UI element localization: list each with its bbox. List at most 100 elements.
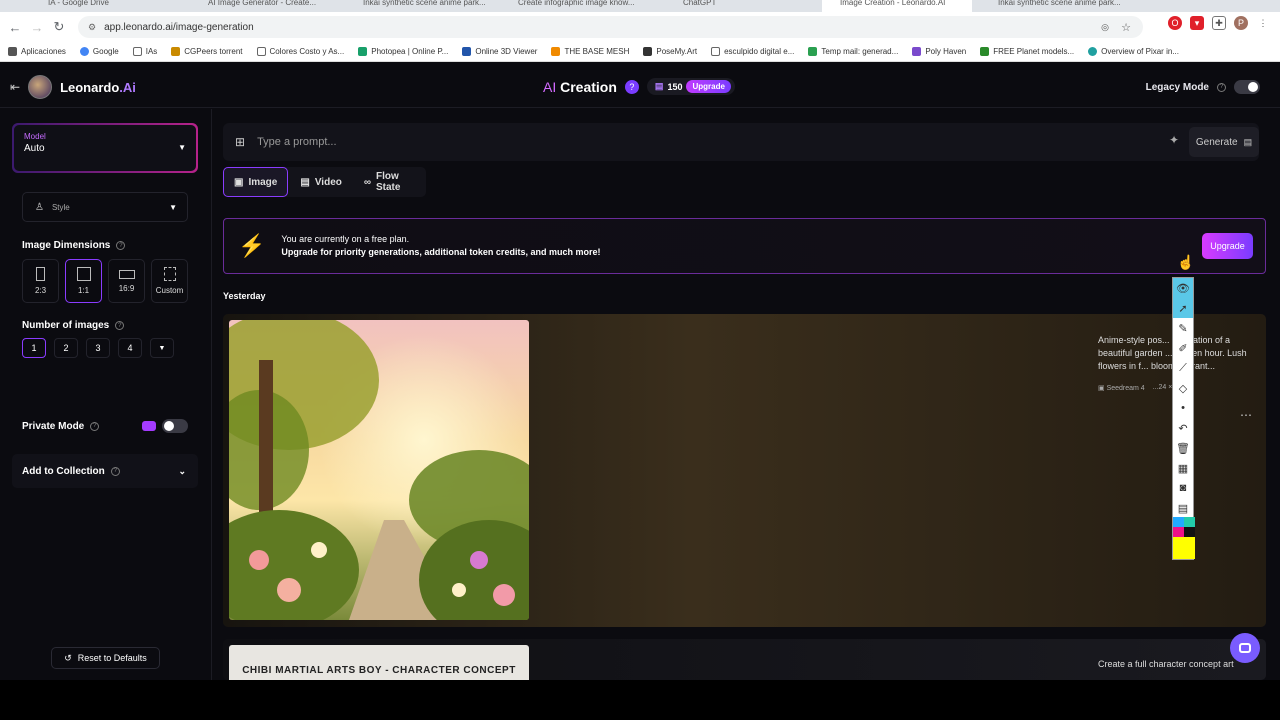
model-select[interactable]: Model Auto ▼ bbox=[12, 123, 198, 173]
dimension-1-1-button[interactable]: 1:1 bbox=[65, 259, 102, 303]
bookmark-item[interactable]: Poly Haven bbox=[912, 47, 966, 56]
bookmark-item[interactable]: PoseMy.Art bbox=[643, 47, 697, 56]
more-options-icon[interactable]: ⋯ bbox=[1240, 408, 1252, 422]
count-3-button[interactable]: 3 bbox=[86, 338, 110, 358]
generation-card[interactable]: CHIBI MARTIAL ARTS BOY - CHARACTER CONCE… bbox=[223, 639, 1266, 680]
browser-tab[interactable]: Inkai synthetic scene anime park... bbox=[345, 0, 495, 12]
folder-icon bbox=[711, 47, 721, 56]
generated-image-garden[interactable] bbox=[229, 320, 529, 620]
browser-tab[interactable]: ChatGPT bbox=[665, 0, 815, 12]
opera-extension-icon[interactable]: O bbox=[1168, 16, 1182, 30]
profile-avatar[interactable]: P bbox=[1234, 16, 1248, 30]
style-select[interactable]: ♙ Style ▼ bbox=[22, 192, 188, 222]
landscape-icon bbox=[118, 269, 135, 279]
reset-to-defaults-button[interactable]: ↺ Reset to Defaults bbox=[51, 647, 160, 669]
reload-icon[interactable]: ↻ bbox=[48, 16, 70, 38]
count-more-dropdown[interactable]: ▼ bbox=[150, 338, 174, 358]
back-icon[interactable]: ← bbox=[4, 16, 26, 38]
camera-icon[interactable]: ◙ bbox=[1173, 478, 1193, 498]
eye-icon[interactable]: 👁 bbox=[1173, 278, 1193, 298]
bookmark-item[interactable]: Aplicaciones bbox=[8, 47, 66, 56]
tab-video[interactable]: ▤ Video bbox=[290, 167, 352, 197]
bookmark-item[interactable]: FREE Planet models... bbox=[980, 47, 1074, 56]
folder-icon bbox=[132, 47, 142, 56]
tab-image-label: Image bbox=[248, 176, 278, 188]
chat-support-button[interactable] bbox=[1230, 633, 1260, 663]
bookmark-item[interactable]: Overview of Pixar in... bbox=[1088, 47, 1179, 56]
bookmark-item[interactable]: Temp mail: generad... bbox=[808, 47, 898, 56]
3d-viewer-icon bbox=[462, 47, 472, 56]
eraser-icon[interactable]: ◇ bbox=[1173, 378, 1193, 398]
add-to-collection-dropdown[interactable]: Add to Collection ? ⌄ bbox=[12, 454, 198, 488]
count-4-button[interactable]: 4 bbox=[118, 338, 142, 358]
prompt-placeholder: Type a prompt... bbox=[257, 136, 337, 148]
collapse-sidebar-icon[interactable]: ⇤ bbox=[10, 80, 20, 94]
marker-icon[interactable]: ✐ bbox=[1173, 338, 1193, 358]
bookmark-item[interactable]: Colores Costo y As... bbox=[256, 47, 344, 56]
brand-text: Leonardo bbox=[60, 79, 120, 95]
brand-name: Leonardo.Ai bbox=[60, 80, 136, 95]
generated-image-character-concept[interactable]: CHIBI MARTIAL ARTS BOY - CHARACTER CONCE… bbox=[229, 645, 529, 680]
token-balance[interactable]: ▤ 150 Upgrade bbox=[646, 78, 735, 95]
trash-icon[interactable]: 🗑 bbox=[1173, 438, 1193, 458]
extensions-puzzle-icon[interactable]: ✚ bbox=[1212, 16, 1226, 30]
line-icon[interactable]: ⟋ bbox=[1173, 358, 1193, 378]
tab-flow-state[interactable]: ∞ Flow State bbox=[354, 167, 426, 197]
browser-tab[interactable]: AI Image Generator - Create... bbox=[190, 0, 340, 12]
prompt-enhance-icon[interactable]: ✦ bbox=[1169, 133, 1179, 147]
info-icon[interactable]: ? bbox=[116, 241, 126, 250]
bookmarks-bar: Aplicaciones Google IAs CGPeers torrent … bbox=[0, 42, 1280, 62]
title-text: Creation bbox=[560, 78, 617, 95]
menu-kebab-icon[interactable]: ⋮ bbox=[1256, 16, 1270, 30]
browser-tab-active[interactable]: Image Creation - Leonardo.AI bbox=[822, 0, 972, 12]
image-upload-icon[interactable]: ⊞ bbox=[235, 135, 245, 149]
site-info-icon[interactable]: ⚙ bbox=[88, 22, 96, 33]
shield-extension-icon[interactable]: ▾ bbox=[1190, 16, 1204, 30]
extensions-area: O ▾ ✚ P ⋮ bbox=[1168, 16, 1280, 30]
number-of-images-label: Number of images bbox=[22, 320, 110, 331]
dot-icon[interactable]: • bbox=[1173, 398, 1193, 418]
undo-icon[interactable]: ↶ bbox=[1173, 418, 1193, 438]
legacy-mode-toggle[interactable] bbox=[1234, 80, 1260, 94]
bookmark-item[interactable]: Google bbox=[79, 47, 119, 56]
browser-tab[interactable]: Inkai synthetic scene anime park... bbox=[980, 0, 1130, 12]
info-icon[interactable]: ? bbox=[115, 321, 125, 330]
forward-icon[interactable]: → bbox=[26, 16, 48, 38]
info-icon[interactable]: ? bbox=[90, 421, 100, 431]
prompt-input[interactable]: ⊞ Type a prompt... ✦ Generate ▤ bbox=[223, 123, 1259, 161]
browser-tab[interactable]: Create infographic image know... bbox=[500, 0, 650, 12]
bookmark-item[interactable]: IAs bbox=[132, 47, 157, 56]
bookmark-item[interactable]: THE BASE MESH bbox=[551, 47, 629, 56]
bookmark-item[interactable]: Online 3D Viewer bbox=[462, 47, 537, 56]
url-input[interactable]: ⚙ app.leonardo.ai/image-generation ☆ ◎ bbox=[78, 16, 1143, 38]
bookmark-star-icon[interactable]: ☆ bbox=[1121, 21, 1131, 34]
dimension-2-3-button[interactable]: 2:3 bbox=[22, 259, 59, 303]
bookmark-item[interactable]: Photopea | Online P... bbox=[358, 47, 448, 56]
clipboard-icon[interactable]: ▤ bbox=[1173, 498, 1193, 518]
pen-icon[interactable]: ✎ bbox=[1173, 318, 1193, 338]
browser-tab[interactable]: IA - Google Drive bbox=[30, 0, 180, 12]
dimension-16-9-button[interactable]: 16:9 bbox=[108, 259, 145, 303]
dimension-custom-button[interactable]: Custom bbox=[151, 259, 188, 303]
brand-area[interactable]: ⇤ Leonardo.Ai bbox=[10, 75, 136, 99]
free-plan-banner: ⚡ You are currently on a free plan. Upgr… bbox=[223, 218, 1266, 274]
private-mode-toggle[interactable] bbox=[162, 419, 188, 433]
color-palette[interactable] bbox=[1173, 517, 1195, 559]
portrait-icon bbox=[36, 267, 45, 281]
tab-image[interactable]: ▣ Image bbox=[223, 167, 289, 197]
bookmark-item[interactable]: CGPeers torrent bbox=[171, 47, 243, 56]
eye-off-icon[interactable]: ◎ bbox=[1101, 22, 1109, 33]
pointer-icon[interactable]: ➚ bbox=[1173, 298, 1193, 318]
info-icon[interactable]: ? bbox=[110, 466, 120, 476]
help-icon[interactable]: ? bbox=[624, 79, 639, 94]
title-ai: AI bbox=[543, 78, 557, 95]
bookmark-item[interactable]: esculpido digital e... bbox=[711, 47, 794, 56]
banner-upgrade-button[interactable]: Upgrade bbox=[1202, 233, 1253, 259]
generation-card[interactable]: Anime-style pos... illustration of a bea… bbox=[223, 314, 1266, 627]
upgrade-pill-button[interactable]: Upgrade bbox=[686, 80, 731, 93]
generate-button[interactable]: Generate ▤ bbox=[1189, 127, 1259, 157]
count-1-button[interactable]: 1 bbox=[22, 338, 46, 358]
board-icon[interactable]: ▦ bbox=[1173, 458, 1193, 478]
info-icon[interactable]: ? bbox=[1217, 82, 1226, 92]
count-2-button[interactable]: 2 bbox=[54, 338, 78, 358]
